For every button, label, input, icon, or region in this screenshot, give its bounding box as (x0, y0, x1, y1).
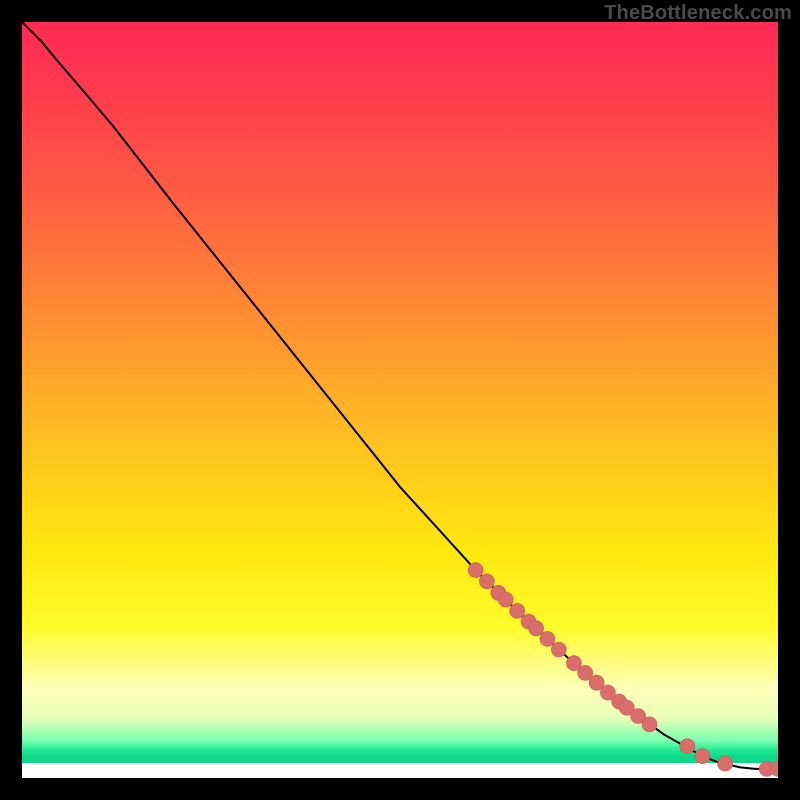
marker-point (642, 717, 657, 732)
curve-line (22, 22, 778, 769)
marker-point (695, 749, 710, 764)
marker-point (718, 756, 733, 771)
marker-point (479, 574, 494, 589)
chart-svg (22, 22, 778, 778)
marker-point (551, 642, 566, 657)
chart-frame: TheBottleneck.com (0, 0, 800, 800)
marker-point (540, 631, 555, 646)
marker-point (468, 563, 483, 578)
marker-point (680, 739, 695, 754)
scatter-markers (468, 563, 778, 777)
watermark-text: TheBottleneck.com (604, 2, 792, 25)
marker-point (498, 592, 513, 607)
plot-area (22, 22, 778, 778)
marker-point (529, 621, 544, 636)
marker-point (510, 603, 525, 618)
